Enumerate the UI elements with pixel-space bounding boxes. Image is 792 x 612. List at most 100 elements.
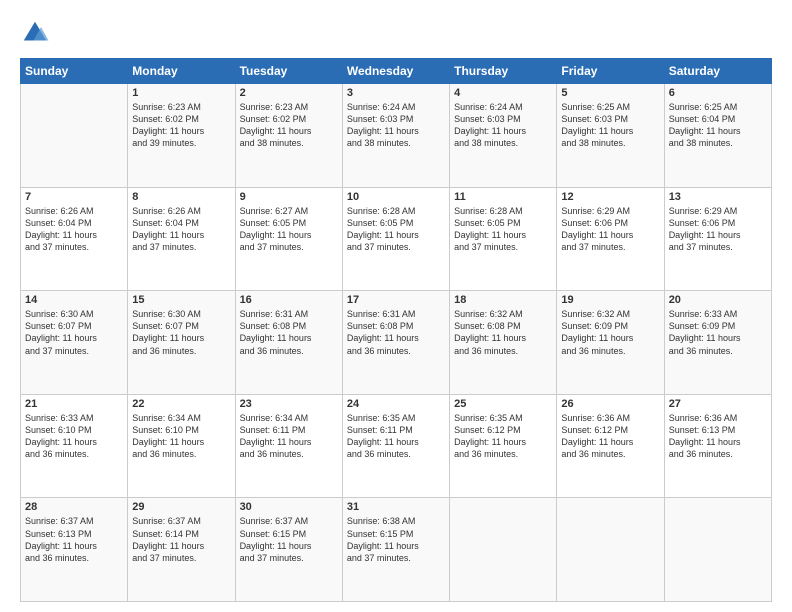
- calendar-week-row: 1Sunrise: 6:23 AM Sunset: 6:02 PM Daylig…: [21, 84, 772, 188]
- calendar-header-tuesday: Tuesday: [235, 59, 342, 84]
- day-info: Sunrise: 6:37 AM Sunset: 6:13 PM Dayligh…: [25, 515, 123, 564]
- day-info: Sunrise: 6:34 AM Sunset: 6:10 PM Dayligh…: [132, 412, 230, 461]
- calendar-cell: 20Sunrise: 6:33 AM Sunset: 6:09 PM Dayli…: [664, 291, 771, 395]
- day-info: Sunrise: 6:34 AM Sunset: 6:11 PM Dayligh…: [240, 412, 338, 461]
- calendar-cell: 26Sunrise: 6:36 AM Sunset: 6:12 PM Dayli…: [557, 394, 664, 498]
- calendar-cell: 11Sunrise: 6:28 AM Sunset: 6:05 PM Dayli…: [450, 187, 557, 291]
- day-number: 12: [561, 191, 659, 203]
- day-info: Sunrise: 6:32 AM Sunset: 6:09 PM Dayligh…: [561, 308, 659, 357]
- calendar-cell: 10Sunrise: 6:28 AM Sunset: 6:05 PM Dayli…: [342, 187, 449, 291]
- calendar-cell: 3 Sunrise: 6:24 AM Sunset: 6:03 PM Daylig…: [342, 84, 449, 188]
- day-info: Sunrise: 6:26 AM Sunset: 6:04 PM Dayligh…: [25, 205, 123, 254]
- calendar-cell: 25 Sunrise: 6:35 AM Sunset: 6:12 PM Dayli…: [450, 394, 557, 498]
- calendar-cell: 13 Sunrise: 6:29 AM Sunset: 6:06 PM Dayli…: [664, 187, 771, 291]
- day-info: Sunrise: 6:24 AM Sunset: 6:03 PM Dayligh…: [454, 101, 552, 150]
- day-info: Sunrise: 6:28 AM Sunset: 6:05 PM Dayligh…: [454, 205, 552, 254]
- calendar-week-row: 14 Sunrise: 6:30 AM Sunset: 6:07 PM Dayli…: [21, 291, 772, 395]
- calendar-cell: [450, 498, 557, 602]
- day-info: Sunrise: 6:33 AM Sunset: 6:10 PM Dayligh…: [25, 412, 123, 461]
- calendar-cell: 23 Sunrise: 6:34 AM Sunset: 6:11 PM Dayli…: [235, 394, 342, 498]
- day-number: 6: [669, 87, 767, 99]
- calendar-cell: 29 Sunrise: 6:37 AM Sunset: 6:14 PM Dayli…: [128, 498, 235, 602]
- day-info: Sunrise: 6:32 AM Sunset: 6:08 PM Dayligh…: [454, 308, 552, 357]
- calendar-cell: 28 Sunrise: 6:37 AM Sunset: 6:13 PM Dayli…: [21, 498, 128, 602]
- calendar-header-row: SundayMondayTuesdayWednesdayThursdayFrid…: [21, 59, 772, 84]
- day-number: 20: [669, 294, 767, 306]
- day-number: 23: [240, 398, 338, 410]
- calendar-week-row: 21 Sunrise: 6:33 AM Sunset: 6:10 PM Dayli…: [21, 394, 772, 498]
- day-number: 18: [454, 294, 552, 306]
- calendar-cell: 9Sunrise: 6:27 AM Sunset: 6:05 PM Daylig…: [235, 187, 342, 291]
- day-number: 22: [132, 398, 230, 410]
- day-number: 7: [25, 191, 123, 203]
- day-info: Sunrise: 6:25 AM Sunset: 6:04 PM Dayligh…: [669, 101, 767, 150]
- day-number: 5: [561, 87, 659, 99]
- day-info: Sunrise: 6:38 AM Sunset: 6:15 PM Dayligh…: [347, 515, 445, 564]
- calendar-cell: 31Sunrise: 6:38 AM Sunset: 6:15 PM Dayli…: [342, 498, 449, 602]
- logo: [20, 18, 54, 48]
- day-info: Sunrise: 6:37 AM Sunset: 6:14 PM Dayligh…: [132, 515, 230, 564]
- calendar-header-saturday: Saturday: [664, 59, 771, 84]
- calendar-cell: 8 Sunrise: 6:26 AM Sunset: 6:04 PM Daylig…: [128, 187, 235, 291]
- day-info: Sunrise: 6:28 AM Sunset: 6:05 PM Dayligh…: [347, 205, 445, 254]
- day-number: 8: [132, 191, 230, 203]
- day-number: 24: [347, 398, 445, 410]
- calendar-cell: 21 Sunrise: 6:33 AM Sunset: 6:10 PM Dayli…: [21, 394, 128, 498]
- day-number: 25: [454, 398, 552, 410]
- day-number: 2: [240, 87, 338, 99]
- day-number: 28: [25, 501, 123, 513]
- day-info: Sunrise: 6:29 AM Sunset: 6:06 PM Dayligh…: [561, 205, 659, 254]
- calendar-cell: 15 Sunrise: 6:30 AM Sunset: 6:07 PM Dayli…: [128, 291, 235, 395]
- day-number: 21: [25, 398, 123, 410]
- calendar-week-row: 7 Sunrise: 6:26 AM Sunset: 6:04 PM Daylig…: [21, 187, 772, 291]
- calendar-header-wednesday: Wednesday: [342, 59, 449, 84]
- calendar-cell: 19 Sunrise: 6:32 AM Sunset: 6:09 PM Dayli…: [557, 291, 664, 395]
- page: SundayMondayTuesdayWednesdayThursdayFrid…: [0, 0, 792, 612]
- calendar-cell: 22 Sunrise: 6:34 AM Sunset: 6:10 PM Dayli…: [128, 394, 235, 498]
- calendar-cell: 5 Sunrise: 6:25 AM Sunset: 6:03 PM Daylig…: [557, 84, 664, 188]
- day-number: 29: [132, 501, 230, 513]
- calendar-cell: 14 Sunrise: 6:30 AM Sunset: 6:07 PM Dayli…: [21, 291, 128, 395]
- header: [20, 18, 772, 48]
- calendar-cell: 6 Sunrise: 6:25 AM Sunset: 6:04 PM Daylig…: [664, 84, 771, 188]
- day-info: Sunrise: 6:35 AM Sunset: 6:12 PM Dayligh…: [454, 412, 552, 461]
- calendar-cell: 17Sunrise: 6:31 AM Sunset: 6:08 PM Dayli…: [342, 291, 449, 395]
- day-number: 30: [240, 501, 338, 513]
- day-info: Sunrise: 6:23 AM Sunset: 6:02 PM Dayligh…: [240, 101, 338, 150]
- calendar-cell: 24 Sunrise: 6:35 AM Sunset: 6:11 PM Dayli…: [342, 394, 449, 498]
- day-info: Sunrise: 6:23 AM Sunset: 6:02 PM Dayligh…: [132, 101, 230, 150]
- calendar-cell: 12 Sunrise: 6:29 AM Sunset: 6:06 PM Dayli…: [557, 187, 664, 291]
- calendar-cell: [664, 498, 771, 602]
- day-info: Sunrise: 6:35 AM Sunset: 6:11 PM Dayligh…: [347, 412, 445, 461]
- day-info: Sunrise: 6:25 AM Sunset: 6:03 PM Dayligh…: [561, 101, 659, 150]
- calendar-cell: 18 Sunrise: 6:32 AM Sunset: 6:08 PM Dayli…: [450, 291, 557, 395]
- day-number: 3: [347, 87, 445, 99]
- day-info: Sunrise: 6:36 AM Sunset: 6:13 PM Dayligh…: [669, 412, 767, 461]
- day-number: 16: [240, 294, 338, 306]
- calendar-header-sunday: Sunday: [21, 59, 128, 84]
- calendar-cell: 1Sunrise: 6:23 AM Sunset: 6:02 PM Daylig…: [128, 84, 235, 188]
- day-info: Sunrise: 6:37 AM Sunset: 6:15 PM Dayligh…: [240, 515, 338, 564]
- day-info: Sunrise: 6:29 AM Sunset: 6:06 PM Dayligh…: [669, 205, 767, 254]
- day-number: 13: [669, 191, 767, 203]
- day-number: 19: [561, 294, 659, 306]
- day-number: 27: [669, 398, 767, 410]
- day-info: Sunrise: 6:31 AM Sunset: 6:08 PM Dayligh…: [347, 308, 445, 357]
- day-info: Sunrise: 6:26 AM Sunset: 6:04 PM Dayligh…: [132, 205, 230, 254]
- day-number: 4: [454, 87, 552, 99]
- day-number: 15: [132, 294, 230, 306]
- calendar-cell: 4 Sunrise: 6:24 AM Sunset: 6:03 PM Daylig…: [450, 84, 557, 188]
- day-info: Sunrise: 6:30 AM Sunset: 6:07 PM Dayligh…: [132, 308, 230, 357]
- day-info: Sunrise: 6:30 AM Sunset: 6:07 PM Dayligh…: [25, 308, 123, 357]
- day-number: 26: [561, 398, 659, 410]
- day-number: 14: [25, 294, 123, 306]
- calendar-cell: [557, 498, 664, 602]
- calendar-cell: 16 Sunrise: 6:31 AM Sunset: 6:08 PM Dayli…: [235, 291, 342, 395]
- day-info: Sunrise: 6:31 AM Sunset: 6:08 PM Dayligh…: [240, 308, 338, 357]
- calendar-cell: 27 Sunrise: 6:36 AM Sunset: 6:13 PM Dayli…: [664, 394, 771, 498]
- calendar-cell: 2 Sunrise: 6:23 AM Sunset: 6:02 PM Daylig…: [235, 84, 342, 188]
- logo-icon: [20, 18, 50, 48]
- day-info: Sunrise: 6:24 AM Sunset: 6:03 PM Dayligh…: [347, 101, 445, 150]
- calendar-cell: 7 Sunrise: 6:26 AM Sunset: 6:04 PM Daylig…: [21, 187, 128, 291]
- day-info: Sunrise: 6:27 AM Sunset: 6:05 PM Dayligh…: [240, 205, 338, 254]
